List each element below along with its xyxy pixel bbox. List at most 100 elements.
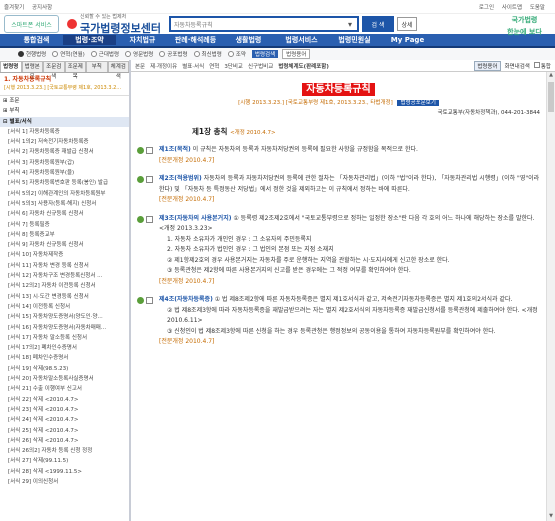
article-link-icon[interactable] xyxy=(137,215,144,223)
tree-item[interactable]: [서식 7] 등록필증 xyxy=(0,220,129,230)
tree-item[interactable]: [서식 29] 이의신청서 xyxy=(0,477,129,487)
sidebar-law-title[interactable]: 1. 자동차등록규칙 [시행 2013.3.23.] [국토교통부령 제1호, … xyxy=(0,73,129,95)
article-checkbox[interactable] xyxy=(146,176,153,183)
tree-item[interactable]: [서식 27] 삭제(99.11.5) xyxy=(0,456,129,466)
ad-banner[interactable]: 국가법령 한눈에 보다 xyxy=(502,14,547,40)
search-scope-radio[interactable]: 현행법령 xyxy=(18,50,46,58)
article-checkbox[interactable] xyxy=(146,297,153,304)
article-checkbox[interactable] xyxy=(146,215,153,223)
tree-item[interactable]: [서식 5] 자동차등록번호판 등록(봉인) 발급 xyxy=(0,178,129,188)
tree-item[interactable]: [서식 18] 폐차인수증명서 xyxy=(0,353,129,363)
tree-item[interactable]: [서식 8] 등록증교부 xyxy=(0,230,129,240)
search-scope-radio[interactable]: 조약 xyxy=(227,50,246,58)
toolbar-tab[interactable]: 3단비교 xyxy=(224,64,243,70)
nav-item[interactable]: 법령민원실 xyxy=(328,35,381,45)
tree-item[interactable]: [서식 26의2] 자동차 등록 신청 정정 xyxy=(0,446,129,456)
sidebar-tab[interactable]: 체계검색 xyxy=(107,61,129,80)
sidebar-tab[interactable]: 법령본문 xyxy=(21,61,43,80)
tree-item[interactable]: [서식 11] 자동차 변경 등록 신청서 xyxy=(0,261,129,271)
law-terms-button[interactable]: 법령용어 xyxy=(474,60,501,71)
search-scope-radio[interactable]: 근대법령 xyxy=(90,50,119,58)
article-checkbox[interactable] xyxy=(146,147,153,154)
tree-item[interactable]: [서식 21] 수출 이행여부 신고서 xyxy=(0,384,129,394)
tree-item[interactable]: [서식 25] 삭제 <2010.4.7> xyxy=(0,426,129,436)
detail-search-button[interactable]: 상세 xyxy=(396,17,417,31)
sidebar-tab[interactable]: 부칙 xyxy=(86,61,108,72)
tree-item[interactable]: [서식 2] 자동차등록증 재발급 신청서 xyxy=(0,147,129,157)
nav-item[interactable]: 자치법규 xyxy=(116,35,169,45)
article-link-icon[interactable] xyxy=(137,147,144,154)
tree-item[interactable]: [서식 20] 자동차말소등록사실증명서 xyxy=(0,374,129,384)
tree-item[interactable]: [서식 16] 자동차양도증명서(자동차매매... xyxy=(0,323,129,333)
smartphone-service-logo[interactable]: 스마트폰 서비스 xyxy=(4,15,59,33)
favorites-link[interactable]: 즐겨찾기 xyxy=(4,5,24,11)
notice-link[interactable]: 공지사항 xyxy=(32,5,52,11)
tree-item[interactable]: [서식 12의2] 자동차 이전등록 신청서 xyxy=(0,281,129,291)
nav-item[interactable]: 판례·해석례등 xyxy=(169,35,222,45)
promulgation-button[interactable]: 법령공포문보기 xyxy=(397,100,439,106)
scroll-thumb[interactable] xyxy=(548,82,554,112)
tree-item[interactable]: [서식 13] 시·도간 변경등록 신청서 xyxy=(0,292,129,302)
toolbar-tab[interactable]: 별표·서식 xyxy=(182,64,204,70)
search-scope-radio[interactable]: 영문법령 xyxy=(125,50,153,58)
article-heading[interactable]: 제1조(목적) xyxy=(159,146,191,153)
tree-item[interactable]: [서식 12] 자동차구조 변경등록신청서 ... xyxy=(0,271,129,281)
nav-item[interactable]: 법령서비스 xyxy=(275,35,328,45)
tree-item[interactable]: [서식 6] 자동차 신규등록 신청서 xyxy=(0,209,129,219)
tree-section[interactable]: ⊞ 조문 xyxy=(0,96,129,106)
login-link[interactable]: 로그인 xyxy=(479,5,494,11)
search-input[interactable] xyxy=(170,18,343,30)
search-scope-radio[interactable]: 공포법령 xyxy=(159,50,188,58)
tree-section[interactable]: ⊟ 별표/서식 xyxy=(0,116,129,127)
nav-item[interactable]: 법령·조약 xyxy=(63,35,116,45)
toolbar-tab[interactable]: 법령체계도(판례포함) xyxy=(278,64,329,70)
toolbar-tab[interactable]: 신구법비교 xyxy=(248,64,273,70)
tree-item[interactable]: [서식 15] 자동차양도증명서(양도인·양... xyxy=(0,312,129,322)
toolbar-tab[interactable]: 제·개정이유 xyxy=(150,64,177,70)
toolbar-tab[interactable]: 본문 xyxy=(135,64,145,70)
search-button[interactable]: 검 색 xyxy=(361,16,394,32)
law-terms-search-button[interactable]: 법령용어 xyxy=(282,49,311,59)
tree-section[interactable]: ⊞ 부칙 xyxy=(0,106,129,116)
help-link[interactable]: 도움말 xyxy=(530,5,545,11)
nav-item[interactable]: My Page xyxy=(381,36,434,44)
brand[interactable]: 신뢰할 수 있는 법제처 국가법령정보센터 xyxy=(80,13,161,36)
tree-item[interactable]: [서식 3] 자동차등록원부(갑) xyxy=(0,158,129,168)
tree-item[interactable]: [서식 23] 삭제 <2010.4.7> xyxy=(0,405,129,415)
law-search-button[interactable]: 법령검색 xyxy=(251,50,279,58)
nav-item[interactable]: 생활법령 xyxy=(222,35,275,45)
tree-item[interactable]: [서식 5의2] 이해관계인의 자동차등록원부 xyxy=(0,189,129,199)
article-link-icon[interactable] xyxy=(137,176,144,183)
tree-item[interactable]: [서식 4] 자동차등록원부(을) xyxy=(0,168,129,178)
nav-item[interactable]: 통합검색 xyxy=(10,35,63,45)
tree-item[interactable]: [서식 14] 이전등록 신청서 xyxy=(0,302,129,312)
tree-item[interactable]: [서식 17] 자동차 말소등록 신청서 xyxy=(0,333,129,343)
integrated-checkbox[interactable]: 통합 xyxy=(533,61,551,70)
toolbar-tab[interactable]: 연혁 xyxy=(209,64,219,70)
tree-item[interactable]: [서식 28] 삭제 <1999.11.5> xyxy=(0,467,129,477)
tree-item[interactable]: [서식 22] 삭제 <2010.4.7> xyxy=(0,395,129,405)
tree-item[interactable]: [서식 26] 삭제 <2010.4.7> xyxy=(0,436,129,446)
tree-item[interactable]: [서식 5의3] 사용자(등록·해지) 신청서 xyxy=(0,199,129,209)
article-heading[interactable]: 제3조(자동차의 사용본거지) xyxy=(159,215,231,222)
tree-item[interactable]: [서식 9] 자동차 신규등록 신청서 xyxy=(0,240,129,250)
tree-item[interactable]: [서식 1의2] 저속전기자동차등록증 xyxy=(0,137,129,147)
article-heading[interactable]: 제4조(자동차등록증) xyxy=(159,296,213,303)
sitemap-link[interactable]: 사이트맵 xyxy=(502,5,522,11)
sidebar-tab[interactable]: 법령명 xyxy=(0,61,22,72)
search-scope-radio[interactable]: 연혁(연월) xyxy=(52,50,85,58)
sidebar-tab[interactable]: 조문검색 xyxy=(43,61,65,80)
tree-item[interactable]: [서식 24] 삭제 <2010.4.7> xyxy=(0,415,129,425)
article-link-icon[interactable] xyxy=(137,297,144,304)
article-heading[interactable]: 제2조(적용범위) xyxy=(159,175,202,182)
scroll-up-icon[interactable]: ▲ xyxy=(547,72,555,80)
tree-item[interactable]: [서식 19] 삭제(98.5.23) xyxy=(0,364,129,374)
tree-item[interactable]: [서식 1] 자동차등록증 xyxy=(0,127,129,137)
dropdown-arrow-icon[interactable]: ▾ xyxy=(343,20,357,29)
scroll-down-icon[interactable]: ▼ xyxy=(547,513,555,521)
tree-item[interactable]: [서식 17의2] 폐차인수증명서 xyxy=(0,343,129,353)
doc-scrollbar[interactable]: ▲ ▼ xyxy=(546,72,555,521)
search-scope-radio[interactable]: 최신법령 xyxy=(193,50,222,58)
sidebar-tab[interactable]: 조문제목 xyxy=(64,61,86,80)
tree-item[interactable]: [서식 10] 자동차제작증 xyxy=(0,250,129,260)
